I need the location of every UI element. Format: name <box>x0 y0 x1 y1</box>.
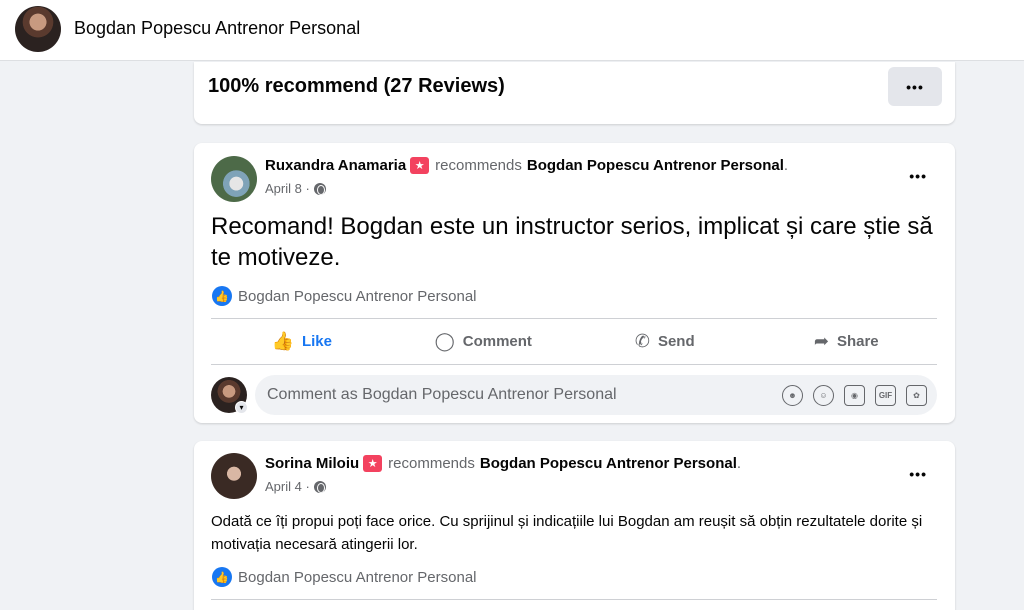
chevron-down-icon[interactable]: ▾ <box>235 401 248 414</box>
author-name[interactable]: Sorina Miloiu <box>265 455 359 472</box>
comment-label: Comment <box>462 333 532 350</box>
emoji-icon[interactable]: ☺ <box>813 385 834 406</box>
share-button[interactable]: ➦ Share <box>756 319 938 364</box>
more-options-button[interactable]: ••• <box>888 67 942 106</box>
recommended-page-link[interactable]: Bogdan Popescu Antrenor Personal <box>480 455 737 472</box>
star-badge-icon: ★ <box>363 455 383 472</box>
post-actions: 👍 Like ◯ Comment ✆ Send ➦ Share <box>211 319 937 364</box>
review-text: Recomand! Bogdan este un instructor seri… <box>211 213 933 271</box>
divider <box>211 599 937 600</box>
share-arrow-icon: ➦ <box>813 331 829 351</box>
period: . <box>783 157 789 174</box>
send-button[interactable]: ✆ Send <box>574 319 756 364</box>
post-more-options-button[interactable]: ••• <box>909 466 927 482</box>
review-text: Odată ce îți propui poți face orice. Cu … <box>211 513 923 553</box>
author-avatar[interactable] <box>211 156 257 202</box>
post-date: April 8 · <box>265 181 326 196</box>
like-button[interactable]: 👍 Like <box>211 319 393 364</box>
speech-bubble-icon: ◯ <box>434 331 455 351</box>
avatar-sticker-icon[interactable]: ☻ <box>782 385 803 406</box>
gif-icon[interactable]: GIF <box>875 385 896 406</box>
page-header: Bogdan Popescu Antrenor Personal <box>0 0 1024 61</box>
recommends-label: recommends <box>435 157 522 174</box>
comment-composer: ▾ ☻ ☺ ◉ GIF ✿ <box>211 375 937 415</box>
recommended-page-link[interactable]: Bogdan Popescu Antrenor Personal <box>527 157 784 174</box>
thumbs-up-icon: 👍 <box>271 331 294 351</box>
reviews-summary-card: 100% recommend (27 Reviews) ••• <box>194 62 955 124</box>
comment-button[interactable]: ◯ Comment <box>393 319 575 364</box>
page-avatar[interactable] <box>15 6 61 52</box>
like-reaction-icon: 👍 <box>212 567 232 587</box>
camera-icon[interactable]: ◉ <box>844 385 865 406</box>
star-badge-icon: ★ <box>410 157 430 174</box>
like-label: Like <box>301 333 332 350</box>
review-post: Ruxandra Anamaria ★ recommends Bogdan Po… <box>194 143 955 423</box>
post-date: April 4 · <box>265 479 326 494</box>
author-name[interactable]: Ruxandra Anamaria <box>265 157 406 174</box>
like-reaction-icon: 👍 <box>212 286 232 306</box>
reviews-summary-title: 100% recommend (27 Reviews) <box>208 75 505 97</box>
post-header: Sorina Miloiu ★ recommends Bogdan Popesc… <box>265 455 746 472</box>
share-label: Share <box>836 333 879 350</box>
comment-box[interactable]: ☻ ☺ ◉ GIF ✿ <box>255 375 937 415</box>
author-avatar[interactable] <box>211 453 257 499</box>
comment-tools: ☻ ☺ ◉ GIF ✿ <box>782 385 927 406</box>
page-name[interactable]: Bogdan Popescu Antrenor Personal <box>74 18 360 39</box>
globe-icon <box>313 182 326 195</box>
review-post: Sorina Miloiu ★ recommends Bogdan Popesc… <box>194 441 955 610</box>
post-header: Ruxandra Anamaria ★ recommends Bogdan Po… <box>265 157 793 174</box>
recommends-label: recommends <box>388 455 475 472</box>
comment-input[interactable] <box>267 375 767 415</box>
whatsapp-icon: ✆ <box>634 331 650 351</box>
post-date-text[interactable]: April 4 · <box>265 479 310 494</box>
globe-icon <box>313 480 326 493</box>
divider <box>211 364 937 365</box>
reaction-by: Bogdan Popescu Antrenor Personal <box>238 287 477 305</box>
sticker-icon[interactable]: ✿ <box>906 385 927 406</box>
post-date-text[interactable]: April 8 · <box>265 181 310 196</box>
period: . <box>736 455 742 472</box>
post-more-options-button[interactable]: ••• <box>909 168 927 184</box>
reaction-by: Bogdan Popescu Antrenor Personal <box>238 568 477 586</box>
reaction-summary[interactable]: 👍 Bogdan Popescu Antrenor Personal <box>212 567 477 587</box>
reaction-summary[interactable]: 👍 Bogdan Popescu Antrenor Personal <box>212 286 477 306</box>
send-label: Send <box>657 333 695 350</box>
